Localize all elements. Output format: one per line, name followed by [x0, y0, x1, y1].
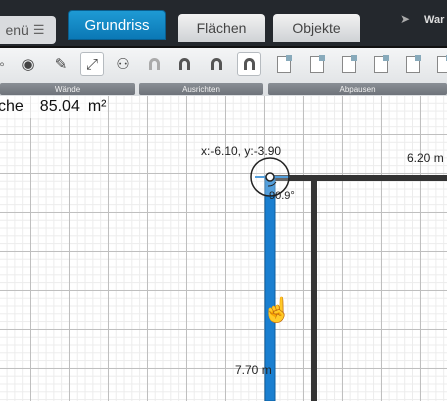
trace-scale-icon[interactable]: [369, 52, 393, 76]
dimension-label-top: 6.20 m: [407, 151, 444, 165]
wall-vertical-existing[interactable]: [311, 178, 317, 401]
section-ausrichten: Ausrichten: [139, 83, 263, 95]
section-waende: Wände: [0, 83, 135, 95]
area-unit: m²: [87, 98, 107, 115]
draw-wall-icon[interactable]: ⤢: [80, 52, 104, 76]
trace-add-icon[interactable]: [272, 52, 296, 76]
magnet-circle-icon[interactable]: [204, 52, 228, 76]
top-bar: enü ☰ Grundriss Flächen Objekte ➤ War: [0, 0, 447, 48]
area-value: 85.04: [39, 98, 80, 115]
menu-label: enü: [5, 22, 29, 38]
user-label[interactable]: War: [424, 14, 444, 26]
pointer-icon: ➤: [400, 12, 411, 26]
add-point-icon[interactable]: ◉: [16, 52, 40, 76]
menu-button[interactable]: enü ☰: [0, 16, 56, 44]
section-abpausen: Abpausen: [268, 83, 447, 95]
trace-move-icon[interactable]: [337, 52, 361, 76]
trace-rotate-icon[interactable]: [401, 52, 425, 76]
angle-label: 90.9°: [269, 190, 295, 202]
hand-cursor-icon: ☝: [262, 297, 292, 324]
hamburger-icon: ☰: [32, 22, 45, 37]
magnet-icon[interactable]: [172, 52, 196, 76]
magnet-off-icon[interactable]: [142, 52, 166, 76]
node-split-icon[interactable]: ⚇: [111, 52, 135, 76]
tab-flaechen[interactable]: Flächen: [178, 14, 265, 42]
trace-edit-icon[interactable]: [305, 52, 329, 76]
area-readout: che 85.04 m²: [0, 96, 107, 118]
magnet-active-icon[interactable]: [237, 52, 261, 76]
trace-delete-icon[interactable]: [432, 52, 447, 76]
wall-tool-icon[interactable]: ◦: [0, 52, 14, 76]
tab-objekte[interactable]: Objekte: [273, 14, 360, 42]
dimension-label-vertical: 7.70 m: [235, 363, 272, 377]
area-label: che: [0, 98, 24, 115]
tab-grundriss[interactable]: Grundriss: [68, 10, 166, 40]
wall-horizontal[interactable]: [268, 175, 447, 181]
coordinate-readout: x:-6.10, y:-3.90: [201, 144, 282, 158]
paint-brush-icon[interactable]: ✎: [49, 52, 73, 76]
walls-layer: [250, 157, 447, 401]
snap-point-icon: [265, 172, 275, 182]
